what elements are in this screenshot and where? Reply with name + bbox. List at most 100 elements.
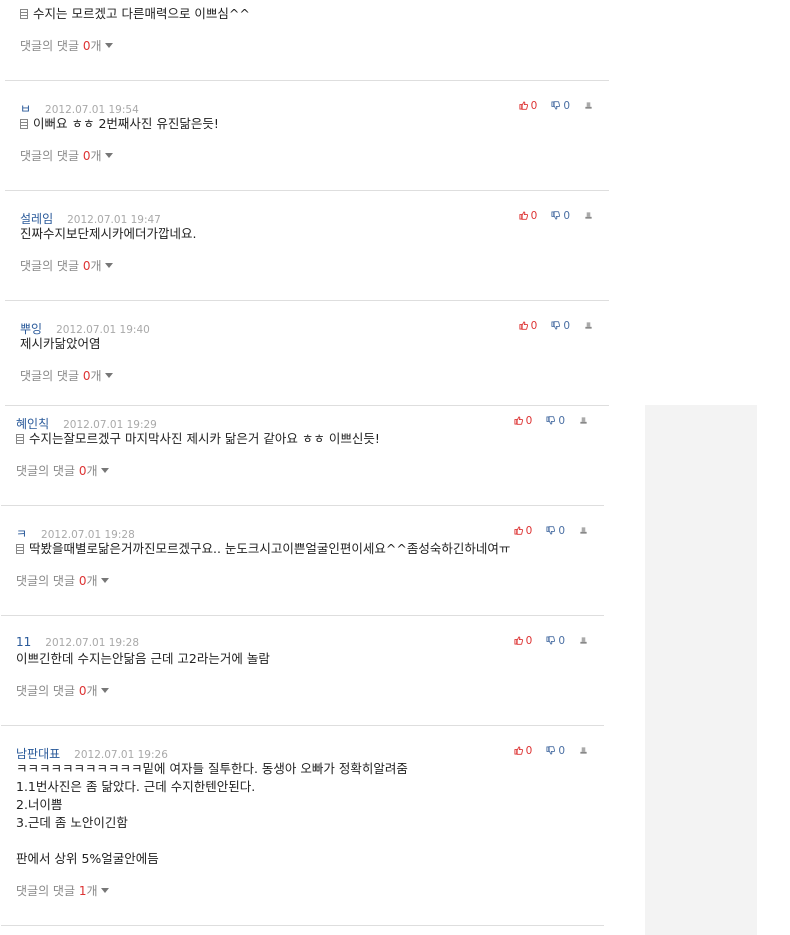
comment-date: 2012.07.01 19:28 xyxy=(45,637,139,649)
comment-text-line: 판에서 상위 5%얼굴안에듬 xyxy=(16,850,408,868)
comment-text: 제시카닮았어염 xyxy=(20,336,101,351)
like-button[interactable]: 0 xyxy=(519,320,537,332)
dislike-button[interactable]: 0 xyxy=(546,635,565,647)
reply-toggle[interactable]: 댓글의 댓글 0개 xyxy=(20,367,113,384)
dislike-count: 0 xyxy=(563,210,570,222)
like-button[interactable]: 0 xyxy=(514,415,532,427)
reply-unit: 개 xyxy=(86,684,98,698)
reply-unit: 개 xyxy=(86,464,98,478)
dislike-button[interactable]: 0 xyxy=(546,745,565,757)
report-icon xyxy=(579,745,588,757)
like-count: 0 xyxy=(530,210,538,222)
reply-toggle[interactable]: 댓글의 댓글 0개 xyxy=(16,462,109,479)
mobile-post-icon xyxy=(16,434,24,444)
comment-meta: ㅋ 2012.07.01 19:28 xyxy=(16,525,135,541)
dislike-count: 0 xyxy=(558,745,565,757)
report-button[interactable] xyxy=(579,415,588,427)
comment-body: 제시카닮았어염 xyxy=(20,335,101,353)
chevron-down-icon xyxy=(100,888,109,893)
mobile-post-icon xyxy=(20,9,28,19)
like-count: 0 xyxy=(525,525,533,537)
comment-body: 이뻐요 ㅎㅎ 2번째사진 유진닮은듯! xyxy=(20,115,219,133)
author-nickname[interactable]: ㅋ xyxy=(16,527,27,541)
comment-body: 이쁘긴한데 수지는안닮음 근데 고2라는거에 놀람 xyxy=(16,650,270,668)
reply-toggle[interactable]: 댓글의 댓글 0개 xyxy=(16,572,109,589)
comment-text-line: 1.1번사진은 좀 닮았다. 근데 수지한텐안된다. xyxy=(16,778,408,796)
comment-item: ㅂ 2012.07.01 19:54 0 0 이뻐요 ㅎㅎ 2번째사진 유진닮은듯! 댓글… xyxy=(5,100,609,191)
report-icon xyxy=(579,415,588,427)
comment-text-line: 2.너이쁨 xyxy=(16,796,408,814)
dislike-button[interactable]: 0 xyxy=(551,320,570,332)
comment-actions: 00 xyxy=(514,415,588,431)
comment-actions: 00 xyxy=(519,320,593,336)
like-button[interactable]: 0 xyxy=(514,635,533,647)
comment-actions: 00 xyxy=(514,635,588,651)
dislike-button[interactable]: 0 xyxy=(546,525,565,537)
comment-meta: 11 2012.07.01 19:28 xyxy=(16,635,139,651)
reply-toggle[interactable]: 댓글의 댓글 1개 xyxy=(16,882,109,899)
comment-text-line: 진짜수지보단제시카에더가깝네요. xyxy=(20,225,196,243)
chevron-down-icon xyxy=(100,468,109,473)
author-nickname[interactable]: 설레임 xyxy=(20,212,53,226)
comment-body: 수지는 모르겠고 다른매력으로 이쁘심^^ xyxy=(20,5,250,23)
report-icon xyxy=(584,320,593,332)
report-button[interactable] xyxy=(584,210,593,222)
author-nickname[interactable]: 뿌잉 xyxy=(20,322,42,336)
reply-toggle[interactable]: 댓글의 댓글 0개 xyxy=(20,257,113,274)
comment-actions: 00 xyxy=(514,525,588,541)
mobile-post-icon xyxy=(20,119,28,129)
dislike-button[interactable]: 0 xyxy=(551,210,570,222)
comment-text: 수지는 모르겠고 다른매력으로 이쁘심^^ xyxy=(33,6,250,21)
report-icon xyxy=(584,100,593,112)
reply-label: 댓글의 댓글 xyxy=(16,684,76,698)
comment-meta: 뿌잉 2012.07.01 19:40 xyxy=(20,320,150,336)
comment-text-line: 딱봤을때별로닮은거까진모르겠구요.. 눈도크시고이쁜얼굴인편이세요^^좀성숙하긴… xyxy=(16,540,510,558)
comment-text-line: 수지는잘모르겠구 마지막사진 제시카 닮은거 같아요 ㅎㅎ 이쁘신듯! xyxy=(16,430,380,448)
like-count: 0 xyxy=(530,100,538,112)
chevron-down-icon xyxy=(104,153,113,158)
reply-unit: 개 xyxy=(90,369,102,383)
like-button[interactable]: 0 xyxy=(514,745,533,757)
comment-item: 설레임 2012.07.01 19:47 0 0 진짜수지보단제시카에더가깝네요. 댓글의… xyxy=(5,210,609,301)
reply-unit: 개 xyxy=(90,39,102,53)
author-nickname[interactable]: 11 xyxy=(16,635,31,649)
like-button[interactable]: 0 xyxy=(514,525,533,537)
author-nickname[interactable]: 남판대표 xyxy=(16,747,60,761)
comment-text: 수지는잘모르겠구 마지막사진 제시카 닮은거 같아요 ㅎㅎ 이쁘신듯! xyxy=(29,431,380,446)
dislike-count: 0 xyxy=(558,415,565,427)
comment-item: 혜인칙 2012.07.01 19:29 0 0 수지는잘모르겠구 마지막사진 제시카 … xyxy=(1,415,604,506)
reply-toggle[interactable]: 댓글의 댓글 0개 xyxy=(20,37,113,54)
dislike-button[interactable]: 0 xyxy=(546,415,565,427)
comment-meta: ㅂ 2012.07.01 19:54 xyxy=(20,100,139,116)
reply-unit: 개 xyxy=(86,574,98,588)
dislike-button[interactable]: 0 xyxy=(551,100,570,112)
report-button[interactable] xyxy=(584,100,593,112)
comment-text: 딱봤을때별로닮은거까진모르겠구요.. 눈도크시고이쁜얼굴인편이세요^^좀성숙하긴… xyxy=(29,541,511,556)
reply-toggle[interactable]: 댓글의 댓글 0개 xyxy=(20,147,113,164)
author-nickname[interactable]: ㅂ xyxy=(20,102,31,116)
reply-label: 댓글의 댓글 xyxy=(20,259,80,273)
like-button[interactable]: 0 xyxy=(519,210,538,222)
like-button[interactable]: 0 xyxy=(519,100,538,112)
right-side-panel xyxy=(645,405,757,935)
comment-meta: 남판대표 2012.07.01 19:26 xyxy=(16,745,168,761)
like-count: 0 xyxy=(525,635,533,647)
reply-label: 댓글의 댓글 xyxy=(16,464,76,478)
report-button[interactable] xyxy=(579,635,588,647)
reply-unit: 개 xyxy=(90,259,102,273)
comment-item: ㅋ 2012.07.01 19:28 0 0 딱봤을때별로닮은거까진모르겠구요.. 눈도… xyxy=(1,525,604,616)
comment-item: 수지는 모르겠고 다른매력으로 이쁘심^^ 댓글의 댓글 0개 xyxy=(5,0,609,81)
report-icon xyxy=(584,210,593,222)
report-button[interactable] xyxy=(579,745,588,757)
reply-label: 댓글의 댓글 xyxy=(16,884,76,898)
comment-text-line: 이뻐요 ㅎㅎ 2번째사진 유진닮은듯! xyxy=(20,115,219,133)
report-button[interactable] xyxy=(584,320,593,332)
author-nickname[interactable]: 혜인칙 xyxy=(16,417,49,431)
reply-toggle[interactable]: 댓글의 댓글 0개 xyxy=(16,682,109,699)
comment-body: 딱봤을때별로닮은거까진모르겠구요.. 눈도크시고이쁜얼굴인편이세요^^좀성숙하긴… xyxy=(16,540,510,558)
like-count: 0 xyxy=(525,745,533,757)
comment-item: 11 2012.07.01 19:28 0 0 이쁘긴한데 수지는안닮음 근데 고2라는… xyxy=(1,635,604,726)
dislike-count: 0 xyxy=(558,525,565,537)
comment-text-line: 이쁘긴한데 수지는안닮음 근데 고2라는거에 놀람 xyxy=(16,650,270,668)
report-button[interactable] xyxy=(579,525,588,537)
